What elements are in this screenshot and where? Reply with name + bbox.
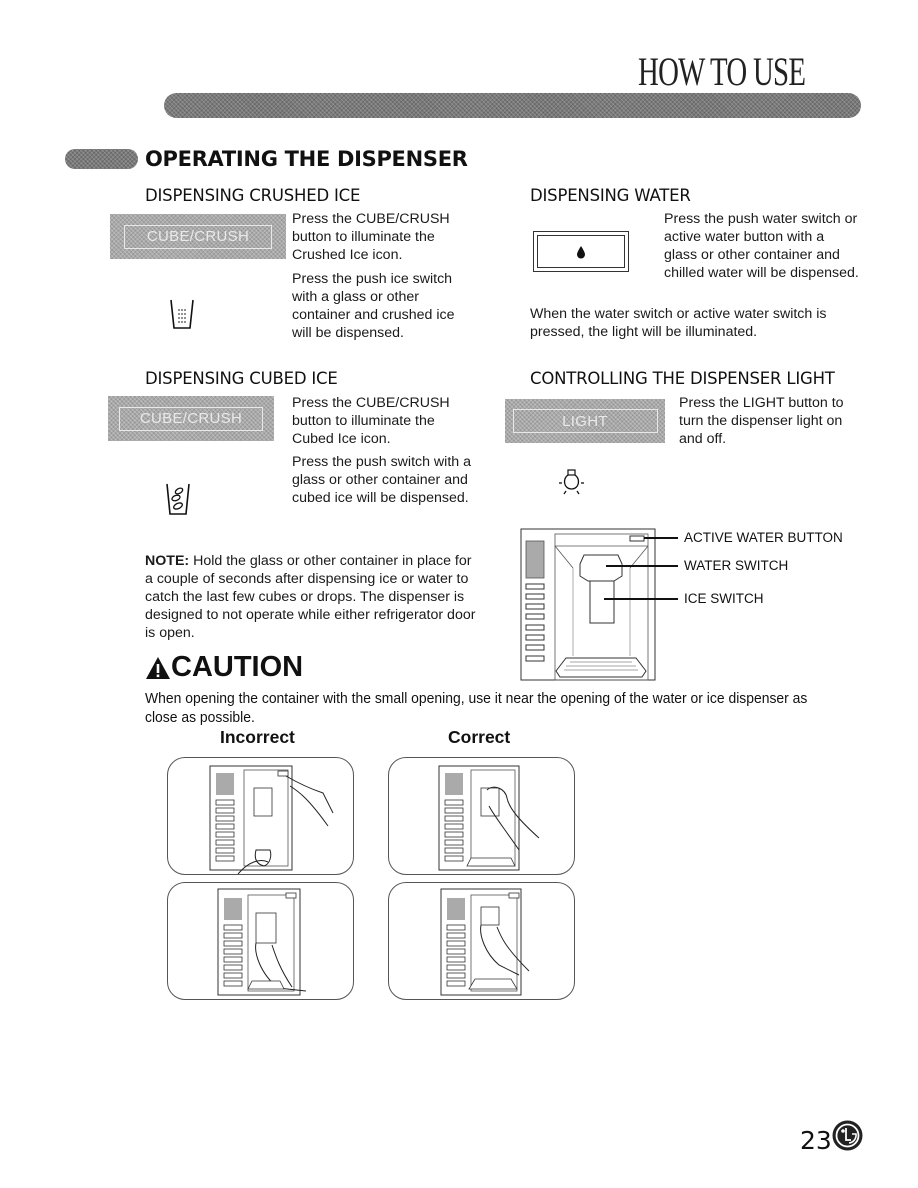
label-active-water-button: ACTIVE WATER BUTTON bbox=[684, 530, 843, 545]
light-bulb-icon bbox=[559, 469, 584, 495]
correct-illustration-2 bbox=[388, 882, 575, 1000]
caution-title: CAUTION bbox=[171, 651, 304, 683]
header-bar bbox=[164, 93, 861, 118]
incorrect-illustration-2 bbox=[167, 882, 354, 1000]
label-ice-switch: ICE SWITCH bbox=[684, 591, 764, 606]
caution-text: When opening the container with the smal… bbox=[145, 691, 808, 726]
water-switch-leader bbox=[606, 565, 678, 567]
cube-crush-button[interactable]: CUBE/CRUSH bbox=[124, 224, 272, 249]
incorrect-illustration-1 bbox=[167, 757, 354, 875]
note-paragraph: NOTE: Hold the glass or other container … bbox=[145, 552, 480, 642]
crushed-ice-text-1: Press the CUBE/CRUSH button to illuminat… bbox=[292, 211, 450, 263]
label-water-switch: WATER SWITCH bbox=[684, 558, 789, 573]
water-drop-icon bbox=[577, 245, 585, 258]
correct-illustration-1 bbox=[388, 757, 575, 875]
light-text-1: Press the LIGHT button to turn the dispe… bbox=[679, 395, 844, 447]
dispenser-hand-illustration bbox=[438, 765, 540, 871]
ice-switch-leader bbox=[604, 598, 678, 600]
light-button[interactable]: LIGHT bbox=[512, 409, 658, 433]
crushed-ice-glass-icon bbox=[170, 299, 194, 329]
incorrect-label: Incorrect bbox=[220, 727, 295, 747]
warning-triangle-icon bbox=[146, 656, 170, 679]
section-title: OPERATING THE DISPENSER bbox=[145, 147, 468, 171]
dispenser-hand-illustration bbox=[440, 888, 530, 996]
cubed-ice-text-1: Press the CUBE/CRUSH button to illuminat… bbox=[292, 395, 450, 447]
note-text: Hold the glass or other container in pla… bbox=[145, 553, 476, 641]
crushed-ice-title: DISPENSING CRUSHED ICE bbox=[145, 186, 361, 205]
dispenser-hand-illustration bbox=[209, 765, 334, 874]
cubed-ice-title: DISPENSING CUBED ICE bbox=[145, 369, 338, 388]
water-text-2: When the water switch or active water sw… bbox=[530, 306, 827, 340]
cube-crush-panel-2: CUBE/CRUSH bbox=[108, 396, 274, 441]
light-title: CONTROLLING THE DISPENSER LIGHT bbox=[530, 369, 835, 388]
page-number: 23 bbox=[800, 1126, 832, 1155]
water-button[interactable] bbox=[537, 235, 625, 268]
water-button-outer bbox=[533, 231, 629, 272]
dispenser-hand-illustration bbox=[217, 888, 307, 996]
active-water-button-leader bbox=[644, 537, 678, 539]
crushed-ice-text-2: Press the push ice switch with a glass o… bbox=[292, 271, 455, 341]
caution-heading: CAUTION bbox=[145, 651, 303, 684]
lg-logo-icon bbox=[832, 1120, 863, 1151]
section-pill-marker bbox=[65, 149, 138, 169]
cubed-ice-glass-icon bbox=[166, 483, 190, 515]
dispenser-diagram bbox=[520, 528, 656, 681]
water-text-1: Press the push water switch or active wa… bbox=[664, 211, 859, 281]
cube-crush-panel: CUBE/CRUSH bbox=[110, 214, 286, 259]
cube-crush-button-2[interactable]: CUBE/CRUSH bbox=[119, 406, 263, 431]
cubed-ice-text-2: Press the push switch with a glass or ot… bbox=[292, 454, 471, 506]
water-title: DISPENSING WATER bbox=[530, 186, 691, 205]
correct-label: Correct bbox=[448, 727, 511, 747]
light-panel: LIGHT bbox=[505, 399, 665, 443]
page-header-title: HOW TO USE bbox=[638, 49, 806, 94]
note-label: NOTE: bbox=[145, 553, 190, 569]
